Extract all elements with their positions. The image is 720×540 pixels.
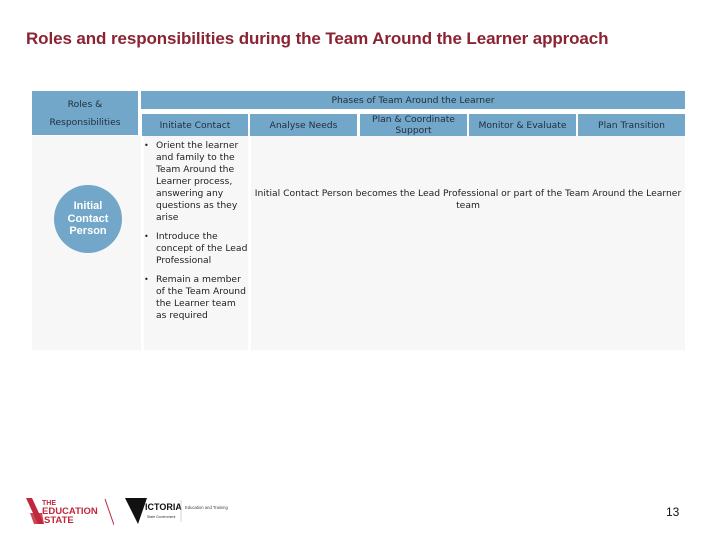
task-item: Remain a member of the Team Around the L…: [144, 274, 248, 322]
roles-header-line1: Roles &: [67, 99, 103, 110]
roles-header: Roles & Responsibilities: [32, 91, 138, 135]
victoria-sub: State Government: [147, 515, 175, 519]
education-state-logo: THE EDUCATION STATE: [26, 498, 114, 526]
victoria-government-logo: VICTORIA State Government Education and …: [125, 498, 229, 524]
later-phases-outcome: Initial Contact Person becomes the Lead …: [254, 188, 682, 211]
phase-plan-coordinate-support-label: Plan & Coordinate Support: [372, 114, 455, 136]
phases-header: Phases of Team Around the Learner: [141, 91, 685, 109]
education-state-line3: STATE: [44, 515, 74, 526]
phase-monitor-evaluate: Monitor & Evaluate: [469, 114, 576, 136]
phase-plan-transition: Plan Transition: [578, 114, 685, 136]
phase-plan-coordinate-support: Plan & Coordinate Support: [360, 114, 467, 136]
task-item: Introduce the concept of the Lead Profes…: [144, 231, 248, 267]
phase-initiate-contact: Initiate Contact: [142, 114, 248, 136]
role-badge-label: Initial Contact Person: [67, 200, 109, 238]
roles-header-line2: Responsibilities: [49, 117, 121, 128]
role-badge-initial-contact-person: Initial Contact Person: [54, 185, 122, 253]
phase-analyse-needs: Analyse Needs: [250, 114, 357, 136]
later-phases-cell: Initial Contact Person becomes the Lead …: [251, 136, 685, 350]
victoria-dept: Education and Training: [185, 505, 229, 510]
task-item: Orient the learner and family to the Tea…: [144, 140, 248, 224]
slide-title: Roles and responsibilities during the Te…: [26, 29, 609, 48]
page-number: 13: [666, 505, 680, 519]
victoria-wordmark: VICTORIA: [139, 502, 182, 512]
initiate-contact-tasks-cell: Orient the learner and family to the Tea…: [144, 136, 248, 350]
task-list: Orient the learner and family to the Tea…: [144, 136, 248, 329]
